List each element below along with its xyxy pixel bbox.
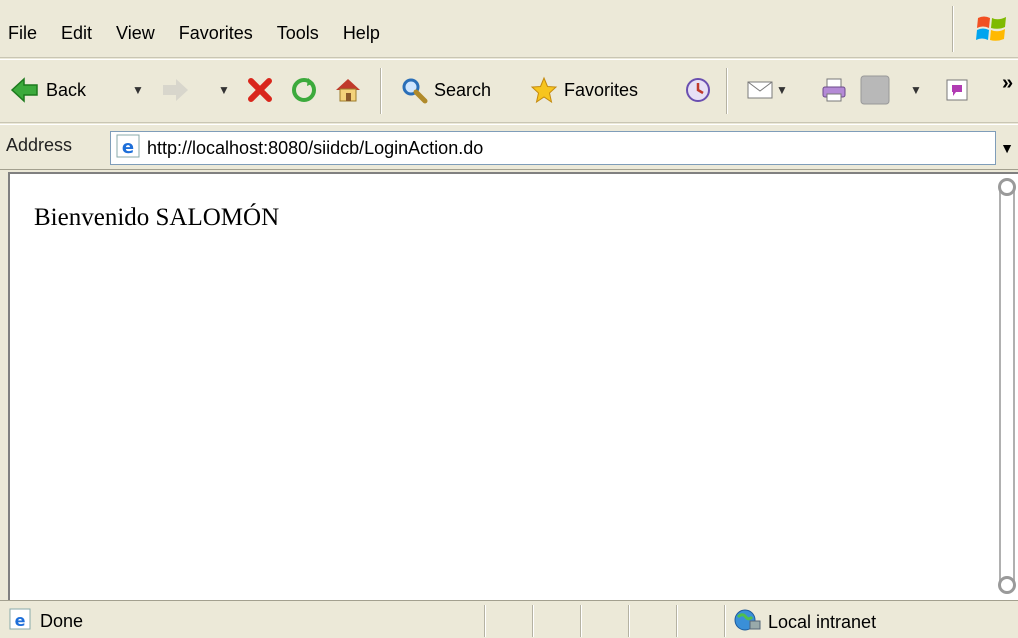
stop-icon [246, 76, 274, 104]
home-icon [334, 76, 362, 104]
menu-favorites[interactable]: Favorites [179, 20, 253, 46]
page-content: Bienvenido SALOMÓN [8, 172, 996, 600]
back-button[interactable]: Back [10, 74, 86, 106]
edit-dropdown[interactable]: ▼ [910, 74, 922, 106]
home-button[interactable] [334, 74, 362, 106]
back-label: Back [46, 79, 87, 100]
print-button[interactable] [820, 74, 848, 106]
refresh-icon [290, 76, 318, 104]
ie-page-icon: e [115, 133, 141, 164]
messenger-icon [944, 77, 970, 103]
status-zone: Local intranet [732, 607, 876, 638]
zone-label: Local intranet [768, 612, 877, 632]
address-dropdown[interactable]: ▼ [996, 131, 1018, 165]
dropdown-arrow-icon: ▼ [132, 83, 144, 97]
menu-view[interactable]: View [116, 20, 155, 46]
status-pane-divider [580, 605, 581, 637]
menu-bar: File Edit View Favorites Tools Help [0, 0, 1018, 58]
status-pane-divider [628, 605, 629, 637]
edit-button[interactable] [860, 74, 890, 106]
back-dropdown[interactable]: ▼ [132, 74, 144, 106]
address-bar: Address e http://localhost:8080/siidcb/L… [0, 124, 1018, 170]
toolbar-separator [726, 68, 728, 114]
menu-tools[interactable]: Tools [277, 20, 319, 46]
forward-arrow-icon [160, 76, 190, 104]
back-arrow-icon [10, 76, 40, 104]
forward-dropdown[interactable]: ▼ [218, 74, 230, 106]
stop-button[interactable] [246, 74, 274, 106]
mail-icon [746, 78, 776, 102]
status-pane-divider [484, 605, 485, 637]
welcome-message: Bienvenido SALOMÓN [34, 204, 280, 231]
search-icon [400, 76, 428, 104]
search-label: Search [434, 79, 492, 100]
search-button[interactable]: Search [400, 74, 491, 106]
status-pane-divider [532, 605, 533, 637]
dropdown-arrow-icon: ▼ [218, 83, 230, 97]
star-icon [530, 76, 558, 104]
dropdown-arrow-icon: ▼ [910, 83, 922, 97]
intranet-globe-icon [732, 607, 762, 638]
address-url: http://localhost:8080/siidcb/LoginAction… [147, 137, 484, 158]
history-button[interactable] [684, 74, 712, 106]
refresh-button[interactable] [290, 74, 318, 106]
menu-edit[interactable]: Edit [61, 20, 92, 46]
messenger-button[interactable] [944, 74, 970, 106]
forward-button[interactable] [160, 74, 190, 106]
edit-icon [860, 75, 890, 105]
toolbar-overflow-chevron[interactable]: » [1002, 72, 1013, 95]
scroll-down-button[interactable] [998, 576, 1016, 594]
menu-list: File Edit View Favorites Tools Help [8, 20, 404, 46]
status-done: e Done [8, 607, 83, 636]
favorites-label: Favorites [564, 79, 639, 100]
favorites-button[interactable]: Favorites [530, 74, 638, 106]
printer-icon [820, 76, 848, 104]
vertical-scrollbar[interactable] [996, 172, 1018, 600]
status-text: Done [40, 611, 84, 631]
address-input[interactable]: e http://localhost:8080/siidcb/LoginActi… [110, 131, 996, 165]
menu-help[interactable]: Help [343, 20, 380, 46]
toolbar-separator [380, 68, 382, 114]
status-pane-divider [724, 605, 725, 637]
mail-button[interactable]: ▼ [746, 74, 788, 106]
toolbar: Back ▼ ▼ Search Favorites ▼ ▼ » [0, 59, 1018, 123]
history-clock-icon [684, 76, 712, 104]
chevron-down-icon: ▼ [1000, 140, 1014, 156]
scroll-track[interactable] [999, 180, 1015, 592]
svg-text:e: e [15, 611, 26, 630]
ie-page-icon: e [8, 607, 32, 636]
svg-text:e: e [122, 137, 134, 158]
windows-logo-icon [975, 12, 1009, 46]
dropdown-arrow-icon: ▼ [776, 83, 788, 97]
menu-separator [952, 6, 954, 52]
status-bar: e Done Local intranet [0, 600, 1018, 638]
scroll-up-button[interactable] [998, 178, 1016, 196]
status-pane-divider [676, 605, 677, 637]
menu-file[interactable]: File [8, 20, 37, 46]
address-label: Address [6, 135, 73, 155]
